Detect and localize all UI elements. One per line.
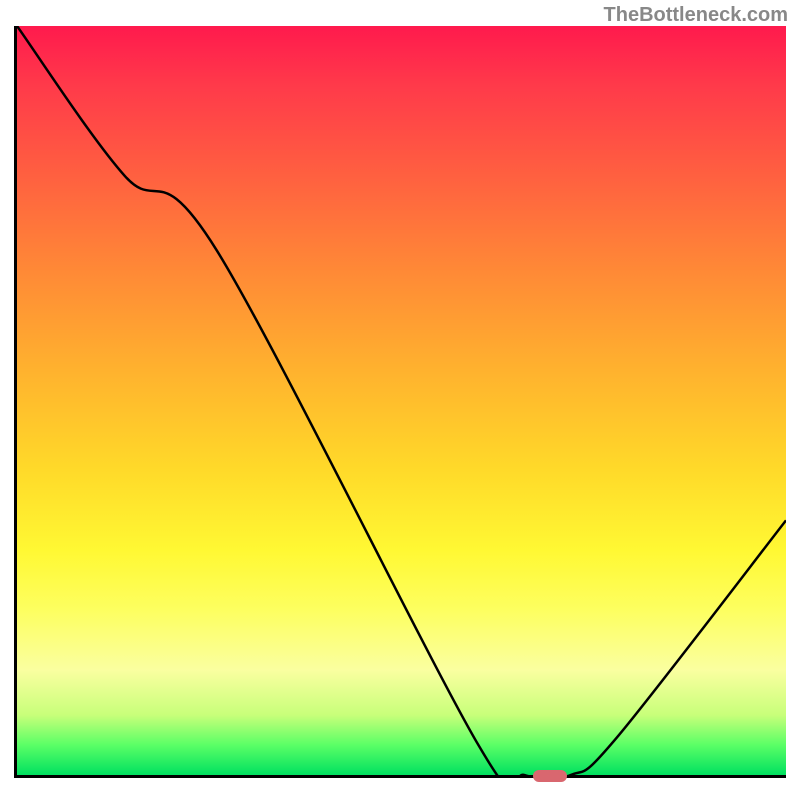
optimal-marker [533, 770, 567, 782]
bottleneck-curve [17, 26, 786, 775]
watermark-text: TheBottleneck.com [604, 4, 788, 27]
plot-area [14, 26, 786, 778]
